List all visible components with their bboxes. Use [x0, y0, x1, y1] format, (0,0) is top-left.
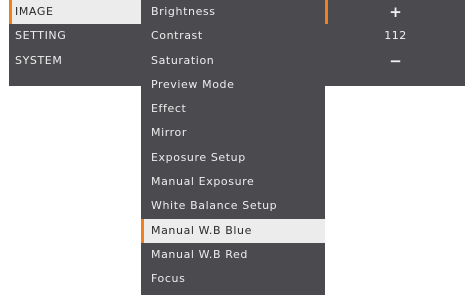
menu-item-manual-wb-red[interactable]: Manual W.B Red: [141, 243, 325, 267]
menu-item-white-balance-setup[interactable]: White Balance Setup: [141, 194, 325, 218]
category-setting[interactable]: SETTING: [9, 24, 141, 48]
menu-item-preview-mode[interactable]: Preview Mode: [141, 73, 325, 97]
increase-button[interactable]: +: [325, 0, 465, 24]
menu-item-effect[interactable]: Effect: [141, 97, 325, 121]
category-image[interactable]: IMAGE: [9, 0, 141, 25]
category-system[interactable]: SYSTEM: [9, 49, 141, 73]
menu-item-contrast[interactable]: Contrast: [141, 24, 325, 48]
category-menu: IMAGE SETTING SYSTEM: [9, 0, 141, 86]
image-settings-menu: Brightness Contrast Saturation Preview M…: [141, 0, 325, 295]
menu-item-mirror[interactable]: Mirror: [141, 121, 325, 145]
menu-item-exposure-setup[interactable]: Exposure Setup: [141, 146, 325, 170]
menu-item-brightness[interactable]: Brightness: [141, 0, 325, 24]
value-adjust-panel: + 112 −: [325, 0, 465, 86]
menu-item-saturation[interactable]: Saturation: [141, 49, 325, 73]
menu-item-manual-exposure[interactable]: Manual Exposure: [141, 170, 325, 194]
current-value: 112: [384, 29, 407, 43]
menu-item-manual-wb-blue[interactable]: Manual W.B Blue: [141, 218, 325, 243]
decrease-button[interactable]: −: [325, 49, 465, 73]
menu-item-focus[interactable]: Focus: [141, 267, 325, 291]
